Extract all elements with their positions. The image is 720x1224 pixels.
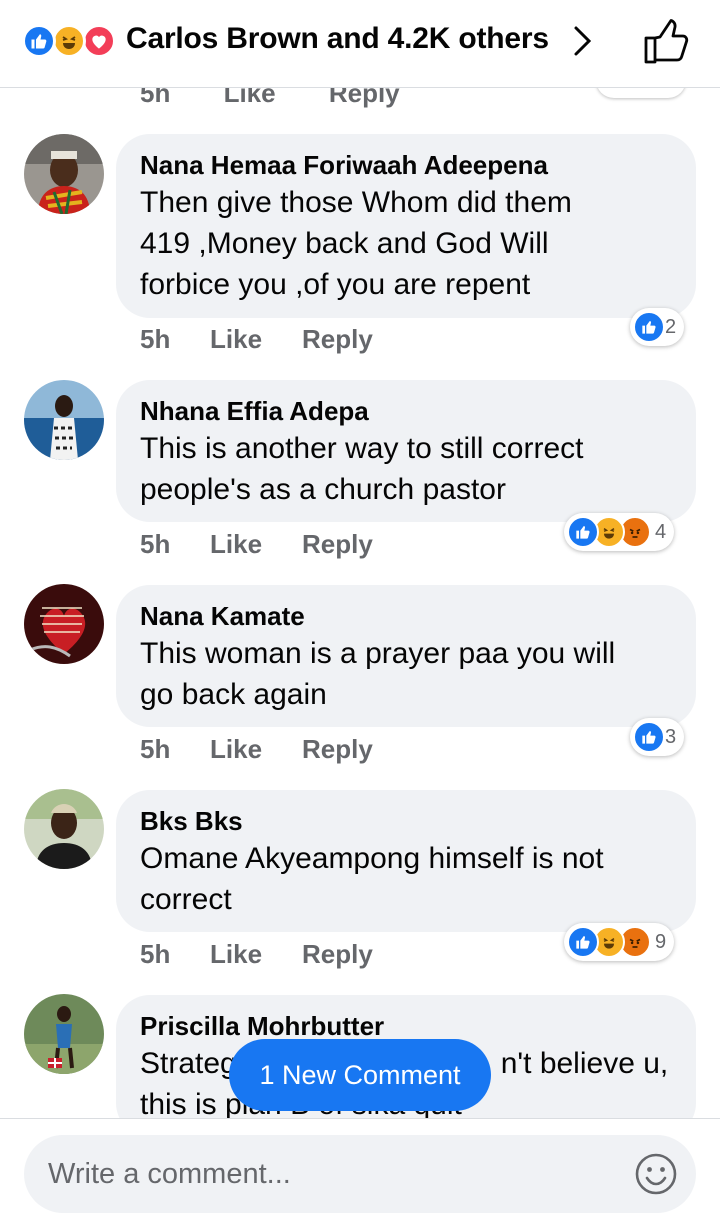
reply-link[interactable]: Reply (302, 939, 373, 970)
comment-actions: 5h Like Reply (140, 939, 373, 970)
comment-author[interactable]: Nhana Effia Adepa (140, 394, 672, 428)
haha-reaction-icon (52, 24, 86, 58)
like-reaction-icon (567, 516, 599, 548)
reaction-count: 9 (655, 930, 667, 953)
comment-time: 5h (140, 734, 171, 764)
comment-bubble[interactable]: Nana Kamate This woman is a prayer paa y… (116, 585, 696, 727)
comment-text-line: This is another way to still correct (140, 432, 584, 465)
reaction-count: 3 (665, 725, 677, 748)
new-comment-button[interactable]: 1 New Comment (229, 1039, 491, 1111)
comment-text-line: This woman is a prayer paa you will (140, 637, 616, 670)
chevron-right-icon[interactable] (568, 22, 596, 60)
comment-text-line: Then give those Whom did them (140, 186, 572, 219)
comment-bubble[interactable]: Bks Bks Omane Akyeampong himself is not … (116, 790, 696, 932)
comment-text-fragment: n't believe u, (500, 1047, 669, 1080)
avatar[interactable] (24, 994, 104, 1074)
reply-link[interactable]: Reply (302, 324, 373, 355)
comment-bubble[interactable]: Nana Hemaa Foriwaah Adeepena Then give t… (116, 134, 696, 318)
avatar[interactable] (24, 134, 104, 214)
comment-input[interactable]: Write a comment... (24, 1135, 696, 1213)
reply-link[interactable]: Reply (302, 734, 373, 765)
comment-composer-bar: Write a comment... (0, 1118, 720, 1224)
comment-author[interactable]: Priscilla Mohrbutter (140, 1009, 672, 1043)
comment-text-line: 419 ,Money back and God Will (140, 227, 549, 260)
avatar[interactable] (24, 584, 104, 664)
comment-actions: 5h Like Reply (140, 529, 373, 560)
comment-text-line: people's as a church pastor (140, 473, 506, 506)
comment-time: 5h (140, 324, 171, 354)
comment-time: 5h (140, 939, 171, 969)
reply-link[interactable]: Reply (302, 529, 373, 560)
like-link[interactable]: Like (210, 939, 302, 970)
like-reaction-icon (567, 926, 599, 958)
comment-text-line: Omane Akyeampong himself is not (140, 842, 604, 875)
reaction-count: 4 (655, 520, 667, 543)
reaction-count-pill[interactable]: 2 (630, 308, 685, 346)
reaction-count-pill[interactable]: 3 (630, 718, 685, 756)
comment-text-line: forbice you ,of you are repent (140, 268, 531, 301)
like-link[interactable]: Like (210, 529, 302, 560)
comment-author[interactable]: Nana Kamate (140, 599, 672, 633)
avatar[interactable] (24, 789, 104, 869)
comment-input-placeholder: Write a comment... (48, 1157, 291, 1190)
smiley-icon[interactable] (634, 1152, 678, 1196)
like-reaction-icon (633, 311, 665, 343)
reaction-summary-icons (22, 24, 122, 58)
comment-time: 5h (140, 529, 171, 559)
reaction-count-pill[interactable]: 4 (564, 513, 675, 551)
comment-bubble[interactable]: Nhana Effia Adepa This is another way to… (116, 380, 696, 522)
like-reaction-icon (633, 721, 665, 753)
avatar[interactable] (24, 380, 104, 460)
comment-author[interactable]: Bks Bks (140, 804, 672, 838)
comment-text-line: go back again (140, 678, 327, 711)
comment-text-fragment: Strateg (140, 1047, 237, 1080)
like-link[interactable]: Like (210, 734, 302, 765)
reacted-by-label[interactable]: Carlos Brown and 4.2K others (126, 22, 549, 56)
reaction-count-pill[interactable]: 9 (564, 923, 675, 961)
comment-author[interactable]: Nana Hemaa Foriwaah Adeepena (140, 148, 672, 182)
comment-actions: 5h Like Reply (140, 324, 373, 355)
reaction-count: 2 (665, 315, 677, 338)
comment-actions: 5h Like Reply (140, 734, 373, 765)
love-reaction-icon (82, 24, 116, 58)
comment-text-line: correct (140, 883, 232, 916)
like-link[interactable]: Like (210, 324, 302, 355)
like-reaction-icon (22, 24, 56, 58)
thumbs-up-outline-icon[interactable] (642, 16, 694, 66)
reactions-header[interactable]: Carlos Brown and 4.2K others (0, 0, 720, 88)
